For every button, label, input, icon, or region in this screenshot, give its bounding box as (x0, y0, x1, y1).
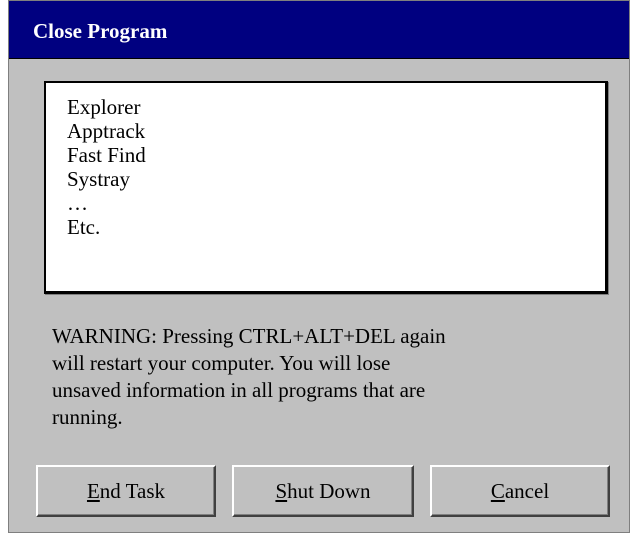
program-list-item[interactable]: Fast Find (67, 143, 605, 167)
program-list-item[interactable]: Apptrack (67, 119, 605, 143)
program-list-item[interactable]: Explorer (67, 95, 605, 119)
shut-down-mnemonic: S (275, 478, 288, 503)
shut-down-label: hut Down (287, 478, 371, 503)
warning-line: running. (52, 405, 123, 429)
cancel-label: ancel (504, 478, 550, 503)
program-list-item[interactable]: … (67, 191, 605, 215)
program-list-item[interactable]: Systray (67, 167, 605, 191)
close-program-dialog: Close Program Explorer Apptrack Fast Fin… (8, 0, 630, 533)
warning-line: WARNING: Pressing CTRL+ALT+DEL again (52, 324, 446, 348)
end-task-label: nd Task (99, 478, 166, 503)
end-task-mnemonic: E (86, 478, 100, 503)
dialog-title: Close Program (33, 19, 168, 43)
title-bar[interactable]: Close Program (9, 1, 629, 59)
warning-line: unsaved information in all programs that… (52, 378, 426, 402)
program-list[interactable]: Explorer Apptrack Fast Find Systray … Et… (44, 81, 608, 294)
program-list-item[interactable]: Etc. (67, 215, 605, 239)
cancel-mnemonic: C (490, 478, 505, 503)
shut-down-button[interactable]: Shut Down (232, 465, 414, 517)
warning-message: WARNING: Pressing CTRL+ALT+DEL again wil… (52, 323, 612, 431)
cancel-button[interactable]: Cancel (430, 465, 610, 517)
end-task-button[interactable]: End Task (36, 465, 216, 517)
warning-line: will restart your computer. You will los… (52, 351, 391, 375)
